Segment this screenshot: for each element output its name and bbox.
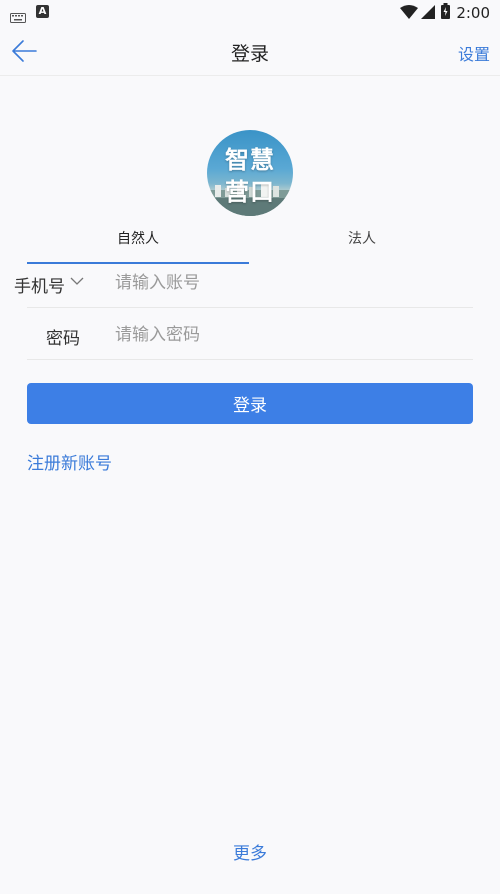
- logo-text-line1: 智慧: [225, 146, 275, 174]
- password-row: 密码: [27, 312, 473, 360]
- login-button[interactable]: 登录: [27, 383, 473, 424]
- tab-label: 法人: [348, 231, 376, 247]
- account-input[interactable]: [115, 268, 455, 298]
- logo-text-line2: 营口: [225, 178, 275, 206]
- register-link[interactable]: 注册新账号: [27, 449, 112, 474]
- tab-legal-person[interactable]: 法人: [251, 224, 473, 264]
- tab-natural-person[interactable]: 自然人: [27, 224, 249, 264]
- password-label: 密码: [46, 329, 80, 349]
- status-time: 2:00: [456, 4, 490, 22]
- nav-bar: 登录 设置: [0, 26, 500, 76]
- app-logo: 智慧 营口: [207, 130, 293, 216]
- battery-icon: [441, 3, 451, 23]
- keyboard-icon: [10, 8, 26, 27]
- login-type-tabs: 自然人 法人: [27, 224, 473, 264]
- status-bar: A 2:00: [0, 0, 500, 26]
- wifi-icon: [400, 4, 419, 23]
- a-notification-icon: A: [36, 5, 49, 18]
- page-title: 登录: [230, 43, 269, 65]
- more-link[interactable]: 更多: [0, 839, 500, 864]
- account-type-selector[interactable]: 手机号: [14, 272, 65, 297]
- tab-label: 自然人: [117, 231, 159, 247]
- password-input[interactable]: [115, 320, 455, 350]
- settings-button[interactable]: 设置: [458, 41, 490, 65]
- account-row: 手机号: [14, 260, 473, 308]
- signal-icon: [421, 4, 436, 23]
